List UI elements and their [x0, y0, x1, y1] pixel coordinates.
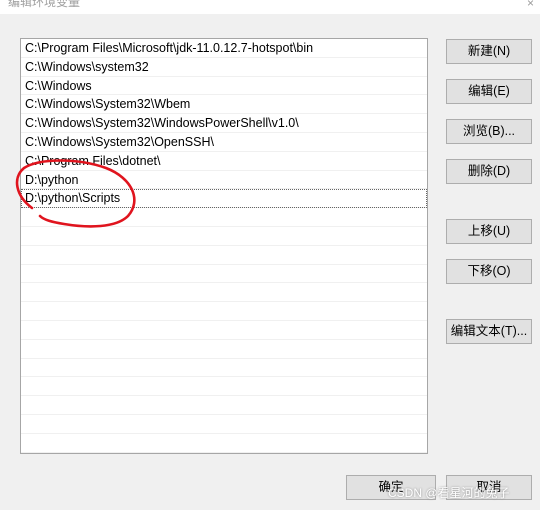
title-bar: 编辑环境变量 × — [0, 0, 540, 14]
window-title: 编辑环境变量 — [8, 0, 81, 9]
path-item[interactable]: C:\Windows\System32\OpenSSH\ — [21, 133, 427, 152]
empty-row[interactable] — [21, 283, 427, 303]
empty-row[interactable] — [21, 208, 427, 227]
edit-text-button[interactable]: 编辑文本(T)... — [446, 319, 532, 344]
move-up-button[interactable]: 上移(U) — [446, 219, 532, 244]
path-item[interactable]: C:\Windows\system32 — [21, 58, 427, 77]
empty-row[interactable] — [21, 415, 427, 434]
empty-row[interactable] — [21, 377, 427, 397]
path-item[interactable]: C:\Windows\System32\Wbem — [21, 95, 427, 115]
empty-row[interactable] — [21, 246, 427, 265]
browse-button[interactable]: 浏览(B)... — [446, 119, 532, 144]
path-list[interactable]: C:\Program Files\Microsoft\jdk-11.0.12.7… — [20, 38, 428, 454]
path-item[interactable]: D:\python\Scripts — [21, 189, 427, 209]
empty-row[interactable] — [21, 396, 427, 415]
empty-row[interactable] — [21, 302, 427, 321]
delete-button[interactable]: 删除(D) — [446, 159, 532, 184]
empty-row[interactable] — [21, 340, 427, 359]
empty-row[interactable] — [21, 321, 427, 340]
empty-row[interactable] — [21, 434, 427, 453]
path-item[interactable]: C:\Program Files\dotnet\ — [21, 152, 427, 171]
empty-row[interactable] — [21, 359, 427, 378]
path-item[interactable]: C:\Windows\System32\WindowsPowerShell\v1… — [21, 114, 427, 133]
new-button[interactable]: 新建(N) — [446, 39, 532, 64]
path-item[interactable]: C:\Windows — [21, 77, 427, 96]
watermark: CSDN @看星河的兔子 — [388, 486, 510, 500]
edit-button[interactable]: 编辑(E) — [446, 79, 532, 104]
close-icon[interactable]: × — [527, 0, 534, 10]
path-item[interactable]: C:\Program Files\Microsoft\jdk-11.0.12.7… — [21, 39, 427, 58]
path-item[interactable]: D:\python — [21, 171, 427, 190]
move-down-button[interactable]: 下移(O) — [446, 259, 532, 284]
empty-row[interactable] — [21, 265, 427, 284]
empty-row[interactable] — [21, 227, 427, 246]
